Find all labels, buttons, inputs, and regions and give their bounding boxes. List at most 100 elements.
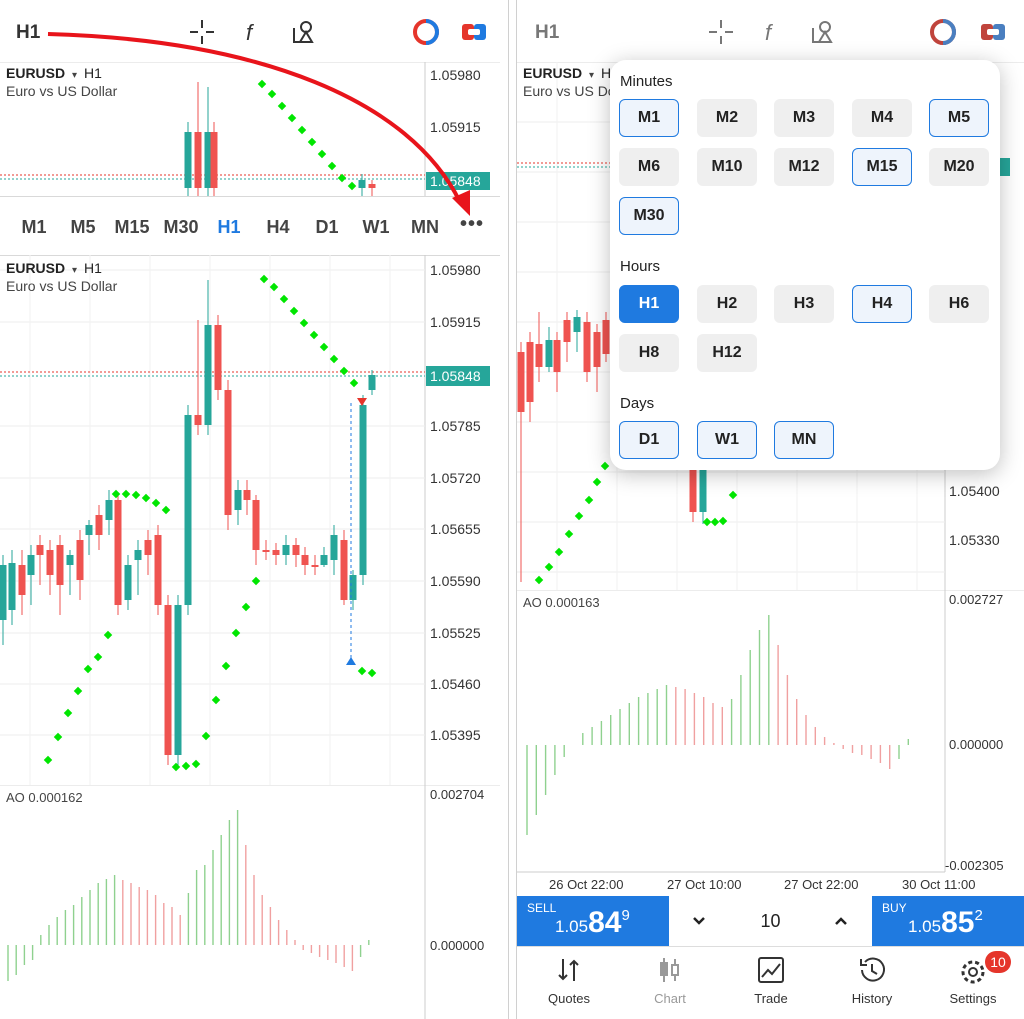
timeframe-option-m1[interactable]: M1 (619, 99, 679, 137)
timeframe-option-m15[interactable]: M15 (852, 148, 912, 186)
candle-body (66, 555, 74, 565)
crosshair-icon[interactable] (707, 18, 735, 46)
buy-label: BUY (882, 901, 907, 915)
timeframe-option-m10[interactable]: M10 (697, 148, 757, 186)
timeframe-m15[interactable]: M15 (114, 217, 149, 238)
candle-body (517, 352, 525, 412)
timeframe-option-m3[interactable]: M3 (774, 99, 834, 137)
timeframe-option-w1[interactable]: W1 (697, 421, 757, 459)
psar-dot (211, 695, 221, 705)
objects-icon[interactable] (290, 18, 318, 46)
one-click-trading-icon[interactable] (929, 18, 957, 46)
price-level: 1.05915 (430, 119, 481, 135)
timeframe-option-h12[interactable]: H12 (697, 334, 757, 372)
nav-history[interactable]: History (822, 947, 922, 1019)
trade-panel-icon[interactable] (979, 18, 1007, 46)
timeframe-option-h4[interactable]: H4 (852, 285, 912, 323)
indicators-icon[interactable]: f (759, 18, 787, 46)
timeframe-h1[interactable]: H1 (217, 217, 240, 238)
candle-body (114, 500, 122, 605)
symbol-label[interactable]: EURUSD (523, 65, 582, 81)
one-click-trading-icon[interactable] (412, 18, 440, 46)
psar-dot (710, 517, 720, 527)
more-timeframes-button[interactable]: ••• (460, 213, 484, 236)
indicators-icon[interactable]: f (240, 18, 268, 46)
sell-button[interactable]: SELL 1.05849 (517, 896, 669, 946)
time-label: 27 Oct 22:00 (784, 877, 858, 892)
candle-body (0, 565, 7, 620)
candle-body (144, 540, 152, 555)
nav-trade[interactable]: Trade (721, 947, 821, 1019)
timeframe-option-d1[interactable]: D1 (619, 421, 679, 459)
symbol-label[interactable]: EURUSD (6, 260, 65, 276)
top-price-chart[interactable]: EURUSD ▾ H1 Euro vs US Dollar 1.05980 1.… (0, 62, 500, 196)
timeframe-mn[interactable]: MN (411, 217, 439, 238)
volume-stepper: 10 (669, 896, 872, 947)
psar-dot (241, 602, 251, 612)
timeframe-option-h1[interactable]: H1 (619, 285, 679, 323)
psar-dot (718, 516, 728, 526)
nav-chart[interactable]: Chart (620, 947, 720, 1019)
history-clock-icon (860, 957, 885, 982)
psar-dot (267, 89, 277, 99)
timeframe-option-m4[interactable]: M4 (852, 99, 912, 137)
nav-settings[interactable]: 10 Settings (923, 947, 1023, 1019)
timeframe-option-m20[interactable]: M20 (929, 148, 989, 186)
candle-body (368, 184, 376, 188)
trade-panel-icon[interactable] (460, 18, 488, 46)
candle-body (340, 540, 348, 600)
ao-indicator[interactable]: AO 0.000163 0.002727 0.000000 -0.002305 … (517, 590, 1024, 896)
candle-body (563, 320, 571, 342)
timeframe-option-m2[interactable]: M2 (697, 99, 757, 137)
timeframe-d1[interactable]: D1 (315, 217, 338, 238)
symbol-dropdown-icon[interactable]: ▾ (72, 265, 77, 276)
timeframe-option-m6[interactable]: M6 (619, 148, 679, 186)
timeframe-option-m5[interactable]: M5 (929, 99, 989, 137)
symbol-label[interactable]: EURUSD (6, 65, 65, 81)
ao-label: AO 0.000163 (523, 595, 600, 610)
candle-body (85, 525, 93, 535)
objects-icon[interactable] (809, 18, 837, 46)
timeframe-option-m30[interactable]: M30 (619, 197, 679, 235)
chart-toolbar: H1 f (0, 0, 508, 62)
symbol-dropdown-icon[interactable]: ▾ (589, 70, 594, 81)
symbol-description: Euro vs US Dollar (6, 278, 118, 294)
timeframe-h4[interactable]: H4 (266, 217, 289, 238)
timeframe-option-m12[interactable]: M12 (774, 148, 834, 186)
timeframe-m5[interactable]: M5 (70, 217, 95, 238)
psar-dot (317, 149, 327, 159)
timeframe-button[interactable]: H1 (535, 22, 559, 44)
psar-dot (584, 495, 594, 505)
psar-dot (702, 517, 712, 527)
candle-body (311, 565, 319, 567)
hours-section-title: Hours (620, 258, 661, 275)
bottom-navigation: Quotes Chart Trade History 10 Settings (517, 946, 1024, 1019)
timeframe-m30[interactable]: M30 (163, 217, 198, 238)
psar-dot (554, 547, 564, 557)
buy-button[interactable]: BUY 1.05852 (872, 896, 1024, 946)
candle-body (204, 325, 212, 425)
symbol-dropdown-icon[interactable]: ▾ (72, 70, 77, 81)
timeframe-m1[interactable]: M1 (21, 217, 46, 238)
nav-quotes[interactable]: Quotes (519, 947, 619, 1019)
timeframe-option-h6[interactable]: H6 (929, 285, 989, 323)
trade-bar: SELL 1.05849 10 BUY 1.05852 (517, 896, 1024, 947)
ao-label: AO 0.000162 (6, 790, 83, 805)
timeframe-button[interactable]: H1 (16, 22, 40, 44)
crosshair-icon[interactable] (188, 18, 216, 46)
psar-dot (564, 529, 574, 539)
candle-body (593, 332, 601, 367)
timeframe-option-h2[interactable]: H2 (697, 285, 757, 323)
candle-body (76, 540, 84, 580)
timeframe-w1[interactable]: W1 (363, 217, 390, 238)
svg-text:f: f (246, 20, 255, 45)
trade-chart-icon (758, 957, 784, 983)
ao-indicator[interactable]: AO 0.000162 0.002704 0.000000 (0, 785, 500, 1019)
increase-volume-icon[interactable] (831, 911, 851, 931)
timeframe-option-mn[interactable]: MN (774, 421, 834, 459)
sell-price: 1.05849 (555, 906, 630, 939)
main-price-chart[interactable]: EURUSD ▾ H1 Euro vs US Dollar 1.05980 1.0… (0, 255, 500, 785)
candle-body (18, 565, 26, 595)
timeframe-option-h8[interactable]: H8 (619, 334, 679, 372)
timeframe-option-h3[interactable]: H3 (774, 285, 834, 323)
